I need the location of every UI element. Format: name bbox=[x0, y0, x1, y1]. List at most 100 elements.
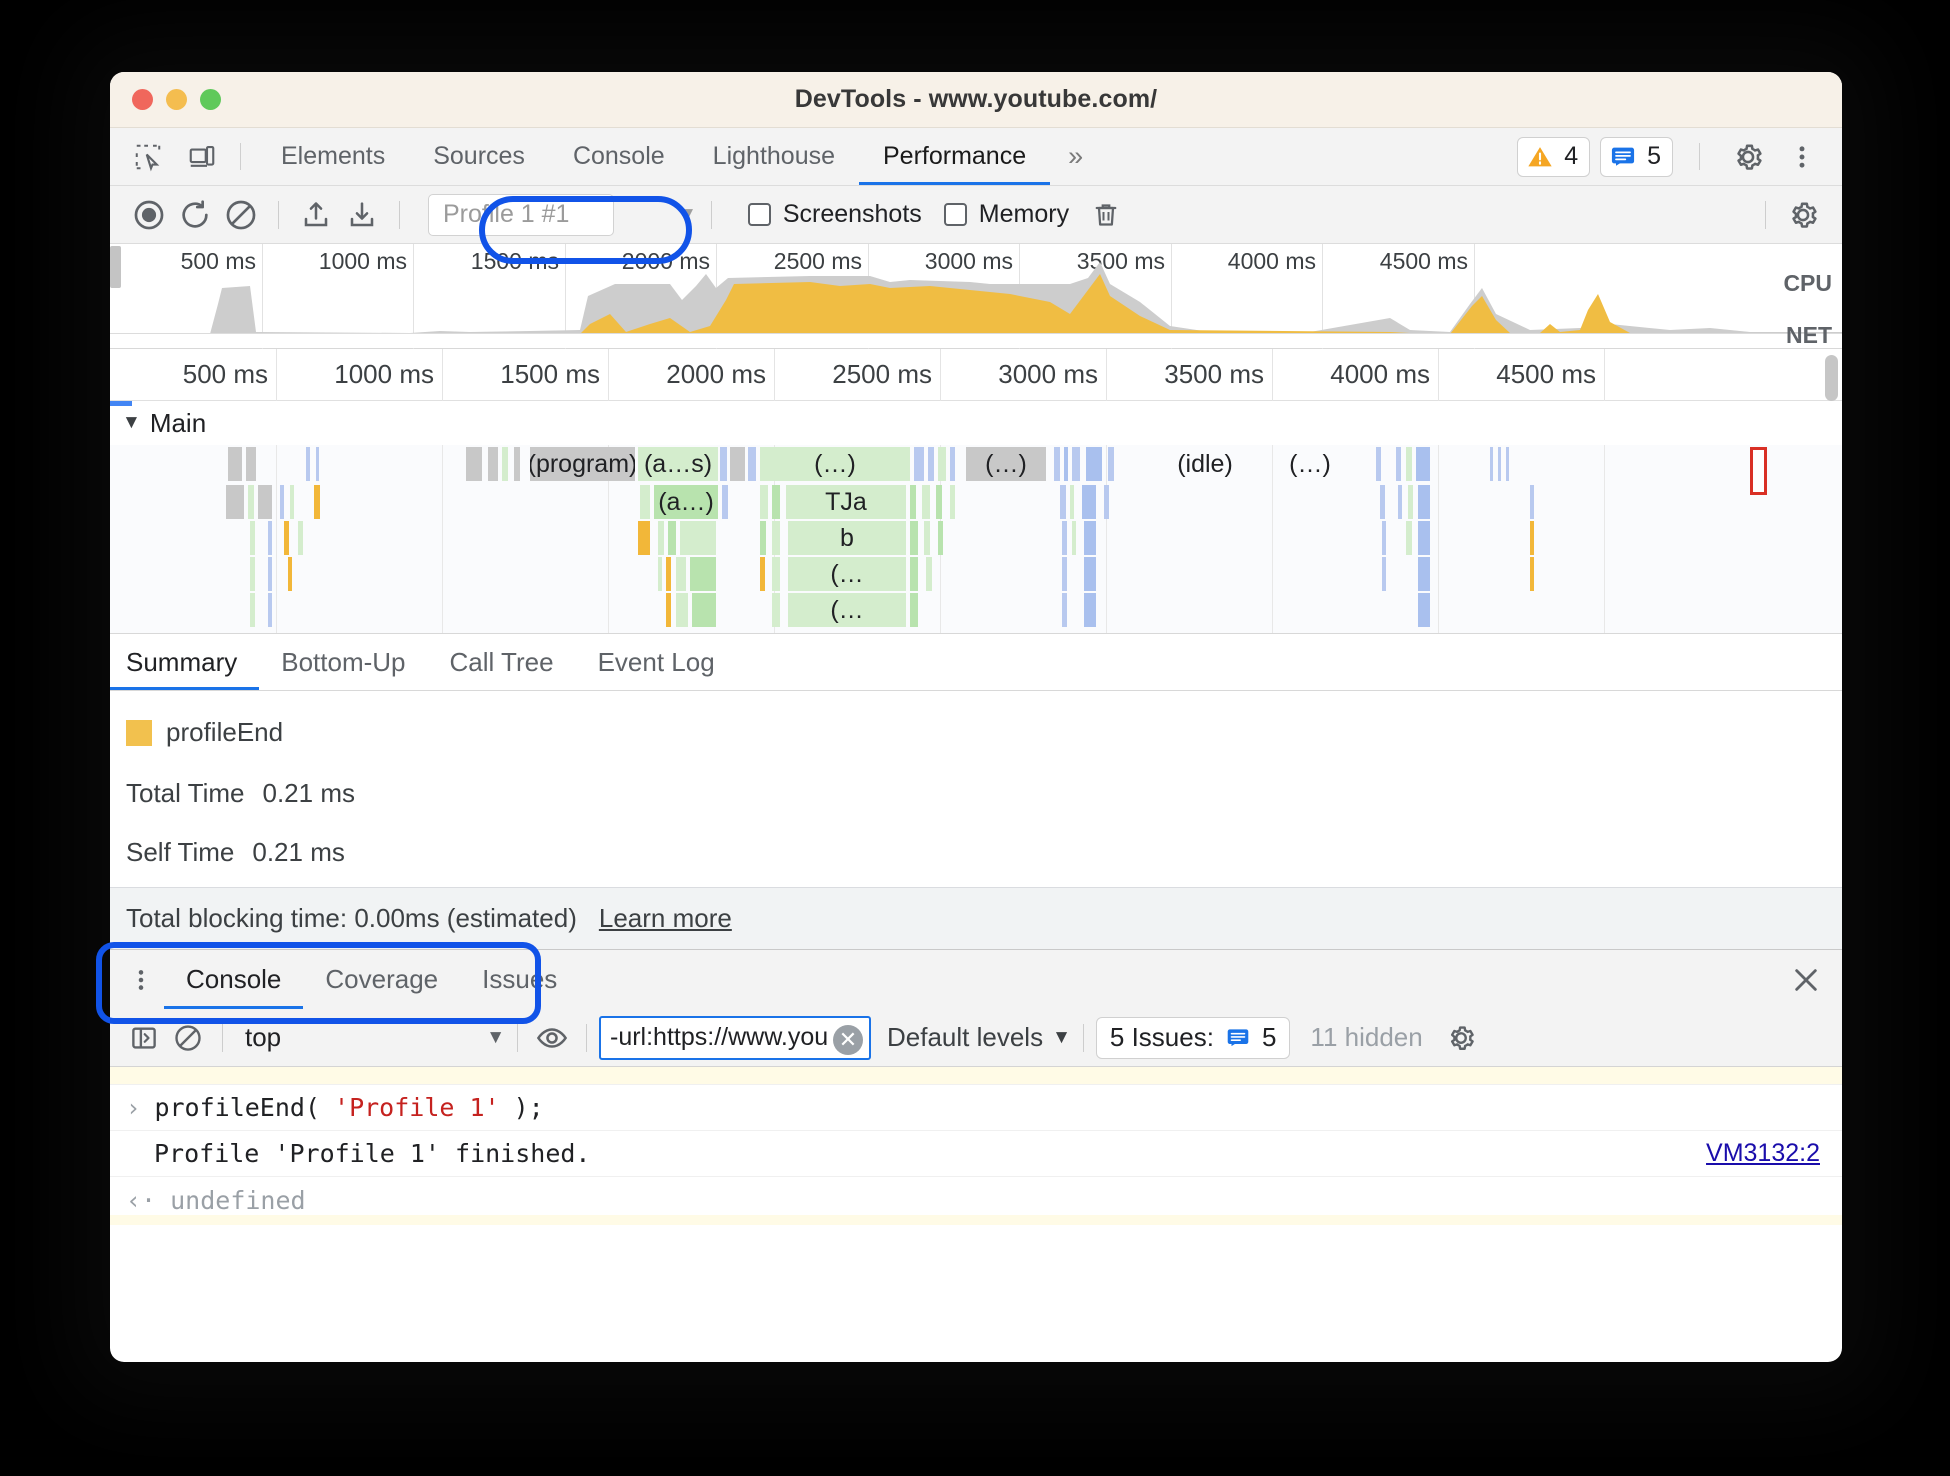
tab-bottom-up[interactable]: Bottom-Up bbox=[259, 634, 427, 690]
console-filter-value: -url:https://www.you bbox=[610, 1023, 829, 1051]
console-filter-input[interactable]: -url:https://www.you ✕ bbox=[599, 1015, 871, 1060]
flame-bar-label: (… bbox=[830, 595, 864, 624]
tab-lighthouse[interactable]: Lighthouse bbox=[689, 128, 859, 185]
ruler-tick: 2500 ms bbox=[832, 359, 932, 389]
tab-label: Issues bbox=[482, 964, 558, 994]
console-result-text: Profile 'Profile 1' finished. bbox=[154, 1139, 591, 1168]
screenshots-checkbox-group[interactable]: Screenshots bbox=[747, 200, 922, 229]
devtools-tabbar: Elements Sources Console Lighthouse Perf… bbox=[110, 128, 1842, 186]
tab-label: Event Log bbox=[597, 646, 715, 677]
tab-elements[interactable]: Elements bbox=[257, 128, 409, 185]
console-source-link[interactable]: VM3132:2 bbox=[1706, 1139, 1820, 1168]
flame-vertical-scrollbar[interactable] bbox=[1825, 355, 1838, 401]
more-options-icon[interactable] bbox=[1780, 135, 1824, 179]
log-levels-selector[interactable]: Default levels ▼ bbox=[887, 1022, 1071, 1053]
flame-row-4[interactable]: (… bbox=[110, 593, 1842, 629]
tab-label: Call Tree bbox=[449, 646, 554, 677]
tab-sources[interactable]: Sources bbox=[409, 128, 549, 185]
profile-dropdown-caret-icon[interactable]: ▼ bbox=[678, 204, 697, 226]
timeline-overview[interactable]: 500 ms 1000 ms 1500 ms 2000 ms 2500 ms 3… bbox=[110, 244, 1842, 349]
console-toolbar-divider bbox=[222, 1023, 223, 1052]
reload-and-record-button[interactable] bbox=[172, 192, 218, 238]
console-toolbar-divider-2 bbox=[517, 1023, 518, 1052]
collapse-triangle-icon[interactable]: ▼ bbox=[122, 412, 141, 434]
tab-label: Summary bbox=[126, 646, 238, 677]
screenshots-label: Screenshots bbox=[782, 200, 922, 228]
tab-event-log[interactable]: Event Log bbox=[576, 634, 737, 690]
drawer-tab-issues[interactable]: Issues bbox=[460, 950, 579, 1009]
live-expression-eye-icon[interactable] bbox=[530, 1016, 574, 1060]
learn-more-link[interactable]: Learn more bbox=[599, 903, 732, 934]
more-tabs-icon[interactable]: » bbox=[1050, 141, 1098, 172]
drawer-more-options-icon[interactable] bbox=[118, 950, 164, 1009]
tab-label: Console bbox=[186, 964, 282, 994]
delete-recording-icon[interactable] bbox=[1083, 192, 1129, 238]
console-command-row[interactable]: › profileEnd('Profile 1'); bbox=[110, 1085, 1842, 1131]
issues-count: 5 bbox=[1647, 142, 1661, 170]
clear-recording-button[interactable] bbox=[218, 192, 264, 238]
load-profile-icon[interactable] bbox=[293, 192, 339, 238]
console-command-suffix: ); bbox=[513, 1093, 544, 1122]
console-command-string: 'Profile 1' bbox=[334, 1093, 500, 1122]
flame-row-0[interactable]: (program) (a…s) (…) (…) (idle) (…) bbox=[110, 447, 1842, 495]
memory-checkbox-group[interactable]: Memory bbox=[943, 200, 1069, 229]
ruler-tick: 4000 ms bbox=[1330, 359, 1430, 389]
flame-bar-label: (idle) bbox=[1177, 449, 1233, 478]
tab-label: Bottom-Up bbox=[281, 646, 406, 677]
execution-context-selector[interactable]: top ▼ bbox=[235, 1022, 505, 1053]
total-time-value: 0.21 ms bbox=[262, 778, 356, 808]
context-dropdown-caret-icon: ▼ bbox=[486, 1026, 505, 1048]
memory-checkbox[interactable] bbox=[943, 203, 967, 226]
issues-message-icon bbox=[1227, 1028, 1249, 1046]
console-warning-row[interactable] bbox=[110, 1067, 1842, 1085]
tab-label: Lighthouse bbox=[712, 142, 835, 170]
flame-bar-label: (a…s) bbox=[643, 449, 713, 478]
capture-settings-gear-icon[interactable] bbox=[1780, 192, 1826, 238]
clear-console-icon[interactable] bbox=[166, 1016, 210, 1060]
console-issues-button[interactable]: 5 Issues: 5 bbox=[1095, 1016, 1291, 1059]
ruler-tick: 3000 ms bbox=[998, 359, 1098, 389]
tab-label: Performance bbox=[883, 142, 1027, 170]
console-output[interactable]: › profileEnd('Profile 1'); Profile 'Prof… bbox=[110, 1067, 1842, 1225]
inspect-element-icon[interactable] bbox=[126, 135, 170, 179]
ruler-tick: 500 ms bbox=[182, 359, 268, 389]
flame-bar-label: b bbox=[840, 523, 854, 552]
tab-performance[interactable]: Performance bbox=[859, 128, 1051, 185]
self-time-row: Self Time 0.21 ms bbox=[126, 837, 1842, 868]
flame-chart[interactable]: ▼ Main (program) (a…s) (…) (…) (idle) (…… bbox=[110, 401, 1842, 633]
summary-panel: profileEnd Total Time 0.21 ms Self Time … bbox=[110, 691, 1842, 887]
console-settings-gear-icon[interactable] bbox=[1439, 1016, 1483, 1060]
close-drawer-button[interactable] bbox=[1790, 950, 1842, 1009]
tab-console[interactable]: Console bbox=[549, 128, 689, 185]
settings-gear-icon[interactable] bbox=[1726, 135, 1770, 179]
net-label: NET bbox=[1786, 322, 1832, 348]
tabbar-divider bbox=[240, 143, 241, 170]
record-button[interactable] bbox=[126, 192, 172, 238]
total-blocking-time-bar: Total blocking time: 0.00ms (estimated) … bbox=[110, 887, 1842, 949]
flame-row-1[interactable]: (a…) TJa bbox=[110, 485, 1842, 521]
console-sidebar-toggle-icon[interactable] bbox=[122, 1016, 166, 1060]
drawer-tab-coverage[interactable]: Coverage bbox=[303, 950, 460, 1009]
save-profile-icon[interactable] bbox=[339, 192, 385, 238]
flame-row-2[interactable]: b bbox=[110, 521, 1842, 557]
ruler-tick: 4500 ms bbox=[1496, 359, 1596, 389]
warnings-badge[interactable]: 4 bbox=[1517, 136, 1591, 177]
event-color-swatch bbox=[126, 719, 152, 746]
screenshots-checkbox[interactable] bbox=[747, 203, 771, 226]
details-tabs: Summary Bottom-Up Call Tree Event Log bbox=[110, 633, 1842, 691]
ruler-tick: 1500 ms bbox=[500, 359, 600, 389]
issues-badge[interactable]: 5 bbox=[1600, 136, 1673, 177]
prompt-arrow-icon: › bbox=[126, 1093, 141, 1122]
clear-filter-icon[interactable]: ✕ bbox=[833, 1024, 863, 1055]
main-track-header[interactable]: ▼ Main bbox=[110, 401, 1842, 445]
window-title: DevTools - www.youtube.com/ bbox=[794, 85, 1158, 113]
drawer-tabbar: Console Coverage Issues bbox=[110, 949, 1842, 1009]
profile-selector[interactable]: Profile 1 #1 bbox=[428, 193, 614, 236]
flame-row-3[interactable]: (… bbox=[110, 557, 1842, 593]
drawer-tab-console[interactable]: Console bbox=[164, 950, 304, 1009]
ruler-tick: 3500 ms bbox=[1164, 359, 1264, 389]
tab-summary[interactable]: Summary bbox=[110, 634, 260, 690]
tab-call-tree[interactable]: Call Tree bbox=[428, 634, 576, 690]
console-result-row[interactable]: Profile 'Profile 1' finished. VM3132:2 bbox=[110, 1131, 1842, 1177]
device-toolbar-icon[interactable] bbox=[180, 135, 224, 179]
